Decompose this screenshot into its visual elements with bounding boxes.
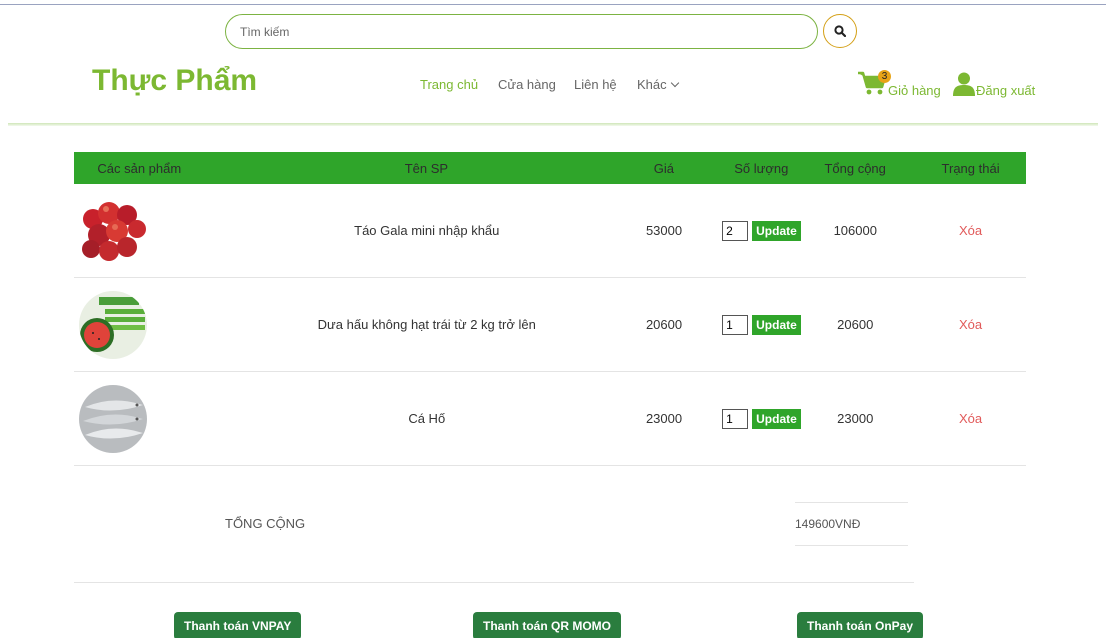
nav-contact[interactable]: Liên hệ	[574, 77, 617, 92]
cart-label: Giỏ hàng	[888, 83, 941, 98]
top-divider	[0, 4, 1106, 5]
site-logo[interactable]: Thực Phẩm	[92, 64, 257, 98]
total-label: TỔNG CỘNG	[225, 516, 306, 531]
total-value: 149600VNĐ	[795, 502, 908, 546]
product-price: 23000	[645, 411, 683, 426]
product-image-cell	[74, 384, 205, 453]
pay-momo-button[interactable]: Thanh toán QR MOMO	[473, 612, 621, 638]
header-divider	[8, 123, 1098, 126]
update-button[interactable]: Update	[752, 220, 801, 241]
quantity-input[interactable]	[722, 314, 749, 335]
row-total: 23000	[837, 411, 874, 426]
quantity-input[interactable]	[722, 220, 749, 241]
cart-count-badge: 3	[878, 70, 891, 83]
pay-onpay-button[interactable]: Thanh toán OnPay	[797, 612, 924, 638]
nav-shop[interactable]: Cửa hàng	[498, 77, 556, 92]
update-button[interactable]: Update	[752, 408, 801, 429]
col-header-products: Các sản phẩm	[97, 160, 182, 176]
nav-other-label: Khác	[637, 77, 667, 92]
product-image-cell	[74, 196, 205, 265]
chevron-down-icon	[670, 78, 679, 88]
nav-other[interactable]: Khác	[637, 77, 679, 92]
table-row: Dưa hấu không hạt trái từ 2 kg trở lên 2…	[74, 278, 1026, 372]
delete-link[interactable]: Xóa	[915, 317, 1026, 332]
nav-home[interactable]: Trang chủ	[420, 77, 478, 92]
logout-label: Đăng xuất	[976, 83, 1036, 98]
row-total: 106000	[833, 223, 877, 238]
search-icon	[834, 25, 846, 37]
product-name: Táo Gala mini nhập khẩu	[354, 223, 500, 238]
delete-link[interactable]: Xóa	[915, 411, 1026, 426]
col-header-name: Tên SP	[404, 160, 449, 176]
product-image-cell	[74, 290, 205, 359]
quantity-input[interactable]	[722, 408, 749, 429]
search-bar[interactable]	[225, 14, 818, 49]
search-input[interactable]	[240, 24, 803, 39]
product-price: 20600	[645, 317, 683, 332]
pay-vnpay-button[interactable]: Thanh toán VNPAY	[174, 612, 302, 638]
apple-image	[79, 196, 147, 265]
logout-link[interactable]: Đăng xuất	[953, 72, 1036, 98]
delete-link[interactable]: Xóa	[915, 223, 1026, 238]
row-total: 20600	[837, 317, 874, 332]
col-header-total: Tổng cộng	[824, 160, 886, 176]
cart-table: Các sản phẩm Tên SP Giá Số lượng Tổng cộ…	[74, 152, 1026, 466]
watermelon-image	[79, 290, 147, 359]
product-price: 53000	[645, 223, 683, 238]
product-name: Dưa hấu không hạt trái từ 2 kg trở lên	[317, 317, 536, 332]
col-header-price: Giá	[653, 160, 674, 176]
cart-summary: TỔNG CỘNG 149600VNĐ	[74, 466, 914, 583]
fish-image	[79, 384, 147, 453]
user-icon	[953, 72, 975, 96]
product-name: Cá Hố	[408, 411, 446, 426]
search-button[interactable]	[823, 14, 857, 48]
table-row: Cá Hố 23000 Update 23000 Xóa	[74, 372, 1026, 466]
col-header-status: Trạng thái	[941, 160, 1000, 176]
table-header: Các sản phẩm Tên SP Giá Số lượng Tổng cộ…	[74, 152, 1026, 184]
cart-link[interactable]: 3 Giỏ hàng	[857, 70, 941, 98]
table-row: Táo Gala mini nhập khẩu 53000 Update 106…	[74, 184, 1026, 278]
update-button[interactable]: Update	[752, 314, 801, 335]
